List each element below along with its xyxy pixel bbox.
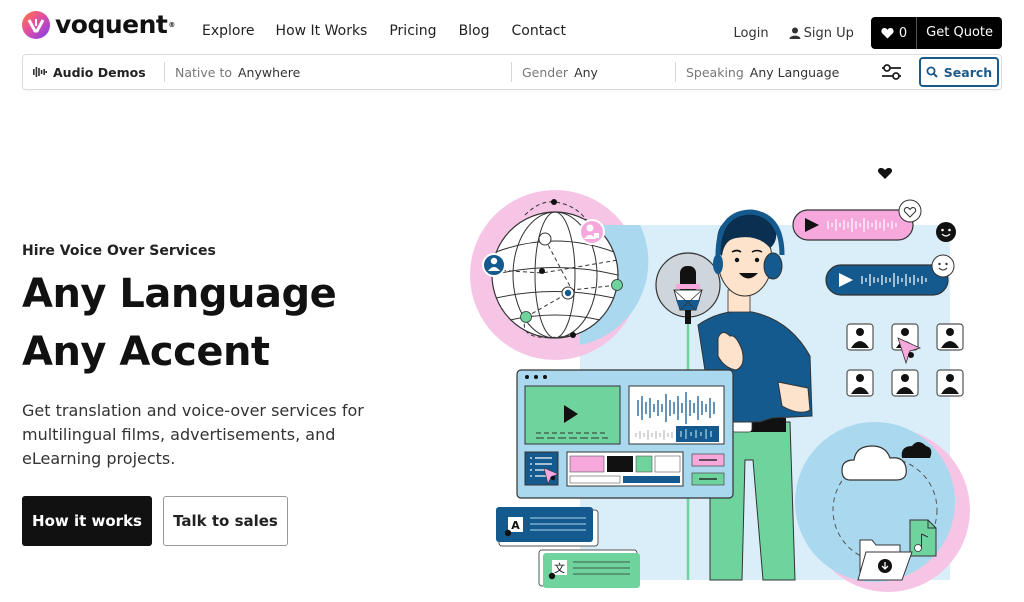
- divider: [164, 62, 165, 82]
- music-file-icon: [909, 519, 937, 557]
- user-avatar-pink-icon: [579, 219, 605, 245]
- user-icon: [789, 27, 801, 39]
- video-editor-window: [516, 369, 734, 499]
- how-it-works-button[interactable]: How it works: [22, 496, 152, 546]
- talent-avatar-icon: [846, 369, 874, 397]
- search-button[interactable]: Search: [919, 57, 999, 87]
- speaking-value: Any Language: [749, 64, 840, 80]
- logo-wordmark: voquent®: [55, 10, 175, 39]
- nav-how-it-works[interactable]: How It Works: [276, 22, 368, 40]
- signup-link[interactable]: Sign Up: [789, 26, 854, 41]
- header-cta-group: 0 Get Quote: [870, 17, 1002, 49]
- divider: [511, 62, 512, 82]
- hero-headline-line1: Any Language: [22, 271, 337, 317]
- gender-label: Gender: [522, 64, 569, 80]
- native-to-value: Anywhere: [238, 64, 301, 80]
- favorites-count: 0: [898, 25, 908, 41]
- signup-label: Sign Up: [803, 25, 854, 41]
- nav-contact[interactable]: Contact: [512, 22, 566, 40]
- speaking-label: Speaking: [686, 64, 744, 80]
- search-icon: [926, 66, 938, 78]
- talk-to-sales-button[interactable]: Talk to sales: [163, 496, 288, 546]
- hero-description: Get translation and voice-over services …: [22, 401, 364, 468]
- talent-avatar-icon: [936, 323, 964, 351]
- gender-filter[interactable]: Gender Any: [522, 55, 598, 89]
- talent-avatar-icon: [846, 323, 874, 351]
- search-button-label: Search: [943, 64, 993, 80]
- nav-explore[interactable]: Explore: [202, 22, 255, 40]
- account-nav: Login Sign Up 0 Get Quote: [734, 17, 1002, 49]
- audio-demos-toggle[interactable]: Audio Demos: [33, 55, 146, 89]
- translation-card-target: 文: [538, 549, 640, 588]
- hero-headline-line2: Any Accent: [22, 329, 270, 375]
- audio-wave-icon: [33, 67, 47, 77]
- hero-illustration: A 文: [470, 168, 970, 592]
- main-nav: Explore How It Works Pricing Blog Contac…: [202, 22, 588, 40]
- login-link[interactable]: Login: [734, 26, 769, 41]
- talent-search-bar: Audio Demos Native to Anywhere Gender An…: [22, 54, 1002, 90]
- divider: [675, 62, 676, 82]
- native-to-filter[interactable]: Native to Anywhere: [175, 55, 300, 89]
- heart-icon: [881, 27, 894, 39]
- nav-pricing[interactable]: Pricing: [389, 22, 436, 40]
- logo[interactable]: voquent®: [22, 11, 175, 39]
- site-header: voquent® Explore How It Works Pricing Bl…: [0, 0, 1024, 56]
- translation-card-source: A: [496, 507, 599, 547]
- audio-demos-label: Audio Demos: [53, 64, 146, 80]
- translate-glyph-a: A: [511, 519, 520, 532]
- native-to-label: Native to: [175, 64, 232, 80]
- nav-blog[interactable]: Blog: [459, 22, 490, 40]
- translate-glyph-zh: 文: [554, 561, 565, 575]
- speaking-filter[interactable]: Speaking Any Language: [686, 55, 839, 89]
- favorites-button[interactable]: 0: [871, 17, 918, 49]
- user-avatar-blue-icon: [482, 253, 506, 277]
- talent-avatar-icon: [891, 369, 919, 397]
- gender-value: Any: [574, 64, 598, 80]
- heart-icon: [877, 168, 893, 179]
- logo-mark-icon: [22, 11, 50, 39]
- get-quote-button[interactable]: Get Quote: [917, 17, 1002, 49]
- talent-avatar-icon: [936, 369, 964, 397]
- audio-message-pink: [792, 199, 922, 241]
- filter-sliders-icon[interactable]: [881, 63, 903, 81]
- smiley-dark-icon: [936, 222, 956, 242]
- hero-eyebrow: Hire Voice Over Services: [22, 243, 216, 259]
